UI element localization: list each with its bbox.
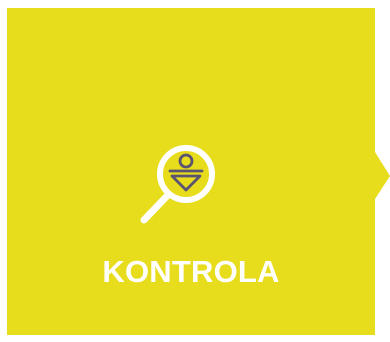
magnifier-handle <box>140 192 171 224</box>
person-head <box>178 153 194 169</box>
tile-label: KONTROLA <box>102 254 280 289</box>
person-body <box>170 174 202 192</box>
magnifier-person-icon <box>140 145 215 224</box>
process-step-tile: KONTROLA <box>0 0 390 342</box>
